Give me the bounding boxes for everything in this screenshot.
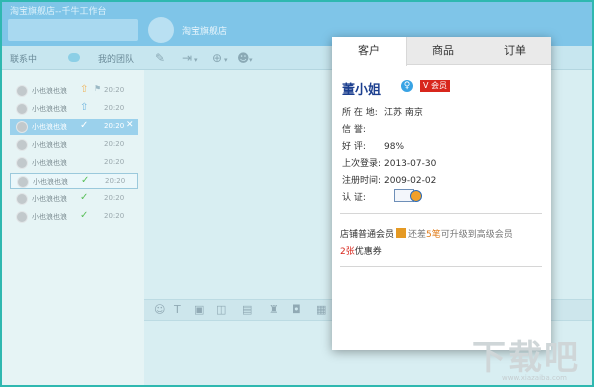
add-icon[interactable]: ⊕ <box>212 51 222 65</box>
popup-tabs: 客户 商品 订单 <box>332 37 551 66</box>
contact-avatar <box>17 176 29 188</box>
chevron-down-icon[interactable]: ▾ <box>194 56 198 64</box>
contact-row[interactable]: 小也浪也浪 20:20 <box>10 137 138 153</box>
upload-icon: ⇧ <box>80 84 89 95</box>
contact-time: 20:20 <box>104 194 125 202</box>
close-icon[interactable]: ✕ <box>126 120 134 130</box>
contact-row-selected[interactable]: 小也浪也浪 ✓ 20:20 ✕ <box>10 119 138 135</box>
edit-icon[interactable]: ✎ <box>155 51 165 65</box>
more-icon[interactable]: ▦ <box>316 303 326 316</box>
contact-row[interactable]: 小也浪也浪 ⇧ 20:20 <box>10 101 138 117</box>
audio-icon[interactable]: ♜ <box>269 303 279 316</box>
tab-my-team[interactable]: 我的团队 <box>98 52 134 65</box>
contact-time: 20:20 <box>104 104 125 112</box>
divider <box>340 266 542 267</box>
chevron-down-icon[interactable]: ▾ <box>224 56 228 64</box>
divider <box>340 213 542 214</box>
app-window: 淘宝旗舰店--千牛工作台 淘宝旗舰店 联系中 我的团队 ✎ ⇥ ▾ ⊕ ▾ ☻ … <box>2 2 592 385</box>
contact-row[interactable]: 小也浪也浪 ✓ 20:20 <box>10 209 138 225</box>
tab-customer[interactable]: 客户 <box>332 37 407 66</box>
contact-row[interactable]: 小也浪也浪 20:20 <box>10 155 138 171</box>
window-title: 淘宝旗舰店--千牛工作台 <box>10 7 107 17</box>
check-icon: ✓ <box>81 175 90 186</box>
store-avatar[interactable] <box>148 17 174 43</box>
contact-avatar <box>16 103 28 115</box>
member-level-icon <box>396 228 407 238</box>
watermark-url: www.xiazaiba.com <box>502 374 567 382</box>
contact-time: 20:20 <box>104 140 125 148</box>
chevron-down-icon[interactable]: ▾ <box>249 56 253 64</box>
contact-time: 20:20 <box>104 212 125 220</box>
info-last-login: 上次登录: 2013-07-30 <box>342 159 437 169</box>
check-icon: ✓ <box>80 120 89 131</box>
contact-time: 20:20 <box>104 122 125 130</box>
check-icon: ✓ <box>80 192 89 203</box>
info-credit: 信 誉: <box>342 125 366 135</box>
contact-time: 20:20 <box>104 158 125 166</box>
tab-contacts[interactable]: 联系中 <box>10 52 37 65</box>
contact-time: 20:20 <box>104 86 125 94</box>
info-certification: 认 证: <box>342 193 366 203</box>
contact-name: 小也浪也浪 <box>32 105 67 113</box>
customer-info-popup: 客户 商品 订单 董小姐 ♀ V 会员 所 在 地: 江苏 南京 信 誉: 好 评… <box>332 37 551 350</box>
chat-bubble-icon[interactable] <box>68 53 80 62</box>
tab-orders[interactable]: 订单 <box>479 37 551 65</box>
info-rating: 好 评: 98% <box>342 142 405 152</box>
contact-name: 小也浪也浪 <box>32 213 67 221</box>
contact-avatar <box>16 139 28 151</box>
emoji-icon[interactable]: ☺ <box>154 303 165 316</box>
image-icon[interactable]: ▣ <box>194 303 204 316</box>
customer-name: 董小姐 <box>342 83 382 98</box>
upload-icon: ⇧ <box>80 102 89 113</box>
vip-badge: V 会员 <box>420 80 451 92</box>
contact-name: 小也浪也浪 <box>33 178 68 186</box>
contact-name: 小也浪也浪 <box>32 159 67 167</box>
contact-name: 小也浪也浪 <box>32 123 67 131</box>
contact-row[interactable]: 小也浪也浪 ⇧ ⚑ 20:20 <box>10 83 138 99</box>
contact-name: 小也浪也浪 <box>32 87 67 95</box>
screenshot-icon[interactable]: ◫ <box>216 303 226 316</box>
user-icon[interactable]: ☻ <box>237 51 250 65</box>
flag-icon: ⚑ <box>94 84 102 93</box>
check-icon: ✓ <box>80 210 89 221</box>
membership-info: 店铺普通会员 还差5笔可升级到高级会员 <box>340 228 513 240</box>
info-location: 所 在 地: 江苏 南京 <box>342 108 423 118</box>
contact-time: 20:20 <box>105 177 126 185</box>
file-icon[interactable]: ▤ <box>242 303 252 316</box>
gift-icon[interactable]: ◘ <box>292 303 301 316</box>
contact-avatar <box>16 211 28 223</box>
female-icon: ♀ <box>401 80 413 92</box>
transfer-icon[interactable]: ⇥ <box>182 51 192 65</box>
contact-row-hover[interactable]: 小也浪也浪 ✓ 20:20 <box>10 173 138 189</box>
search-input[interactable] <box>8 19 138 41</box>
info-register-time: 注册时间: 2009-02-02 <box>342 176 437 186</box>
font-icon[interactable]: T <box>174 303 181 316</box>
watermark-logo: 下载吧 www.xiazaiba.com <box>472 330 592 385</box>
coupon-info: 2张优惠券 <box>340 247 382 257</box>
contact-row[interactable]: 小也浪也浪 ✓ 20:20 <box>10 191 138 207</box>
contact-name: 小也浪也浪 <box>32 195 67 203</box>
contact-avatar <box>16 193 28 205</box>
contact-avatar <box>16 85 28 97</box>
watermark-text: 下载吧 <box>472 338 580 378</box>
tab-products[interactable]: 商品 <box>407 37 479 65</box>
certification-icon <box>394 187 426 203</box>
contact-avatar <box>16 121 28 133</box>
contact-name: 小也浪也浪 <box>32 141 67 149</box>
store-name: 淘宝旗舰店 <box>182 27 228 37</box>
contact-avatar <box>16 157 28 169</box>
